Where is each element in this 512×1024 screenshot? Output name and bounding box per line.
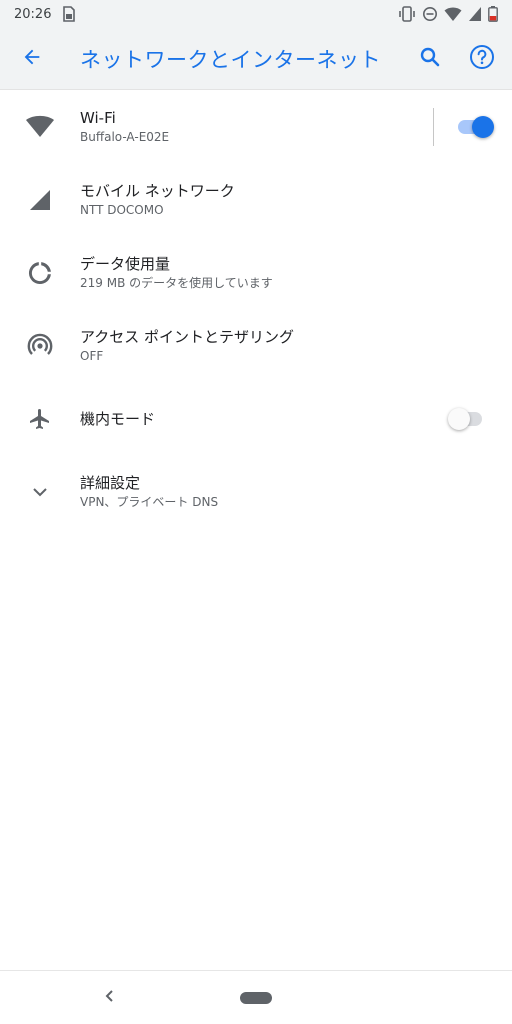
divider bbox=[433, 107, 434, 146]
search-button[interactable] bbox=[404, 28, 456, 90]
airplane-mode-toggle[interactable] bbox=[448, 407, 484, 431]
vibrate-icon bbox=[398, 6, 416, 22]
wifi-network-name: Buffalo-A-E02E bbox=[80, 129, 170, 144]
wifi-status-icon bbox=[444, 6, 462, 22]
navigation-bar bbox=[0, 970, 512, 1024]
mobile-network-setting[interactable]: モバイル ネットワーク NTT DOCOMO bbox=[0, 163, 512, 236]
wifi-icon bbox=[0, 90, 80, 163]
search-icon bbox=[418, 45, 442, 73]
app-bar: ネットワークとインターネット bbox=[0, 28, 512, 90]
data-usage-icon bbox=[0, 236, 80, 309]
wifi-toggle[interactable] bbox=[456, 115, 494, 139]
airplane-mode-title: 機内モード bbox=[80, 409, 156, 428]
wifi-setting[interactable]: Wi-Fi Buffalo-A-E02E bbox=[0, 90, 512, 163]
chevron-down-icon bbox=[0, 455, 80, 528]
hotspot-status: OFF bbox=[80, 348, 104, 363]
advanced-summary: VPN、プライベート DNS bbox=[80, 494, 219, 509]
hotspot-tethering-setting[interactable]: アクセス ポイントとテザリング OFF bbox=[0, 309, 512, 382]
airplane-mode-setting[interactable]: 機内モード bbox=[0, 382, 512, 455]
cell-signal-status-icon bbox=[468, 6, 482, 22]
help-button[interactable] bbox=[456, 28, 508, 90]
settings-list: Wi-Fi Buffalo-A-E02E モバイル ネットワーク NTT DOC… bbox=[0, 90, 512, 528]
page-title: ネットワークとインターネット bbox=[80, 47, 381, 72]
do-not-disturb-icon bbox=[422, 6, 438, 22]
nav-back-button[interactable] bbox=[98, 985, 122, 1009]
nav-home-pill[interactable] bbox=[240, 992, 272, 1004]
data-usage-amount: 219 MB のデータを使用しています bbox=[80, 275, 273, 290]
battery-icon bbox=[488, 6, 498, 22]
mobile-network-title: モバイル ネットワーク bbox=[80, 181, 235, 200]
cellular-signal-icon bbox=[0, 163, 80, 236]
back-button[interactable] bbox=[0, 28, 64, 90]
help-icon bbox=[469, 44, 495, 74]
status-time: 20:26 bbox=[14, 6, 52, 22]
hotspot-title: アクセス ポイントとテザリング bbox=[80, 327, 295, 346]
advanced-title: 詳細設定 bbox=[80, 473, 141, 492]
sim-notification-icon bbox=[61, 6, 77, 22]
arrow-back-icon bbox=[21, 46, 43, 72]
hotspot-icon bbox=[0, 309, 80, 382]
airplane-icon bbox=[0, 382, 80, 455]
wifi-title: Wi-Fi bbox=[80, 108, 116, 127]
data-usage-title: データ使用量 bbox=[80, 254, 171, 273]
nav-back-icon bbox=[103, 988, 117, 1007]
advanced-settings[interactable]: 詳細設定 VPN、プライベート DNS bbox=[0, 455, 512, 528]
status-bar: 20:26 bbox=[0, 0, 512, 28]
data-usage-setting[interactable]: データ使用量 219 MB のデータを使用しています bbox=[0, 236, 512, 309]
mobile-network-carrier: NTT DOCOMO bbox=[80, 202, 164, 217]
